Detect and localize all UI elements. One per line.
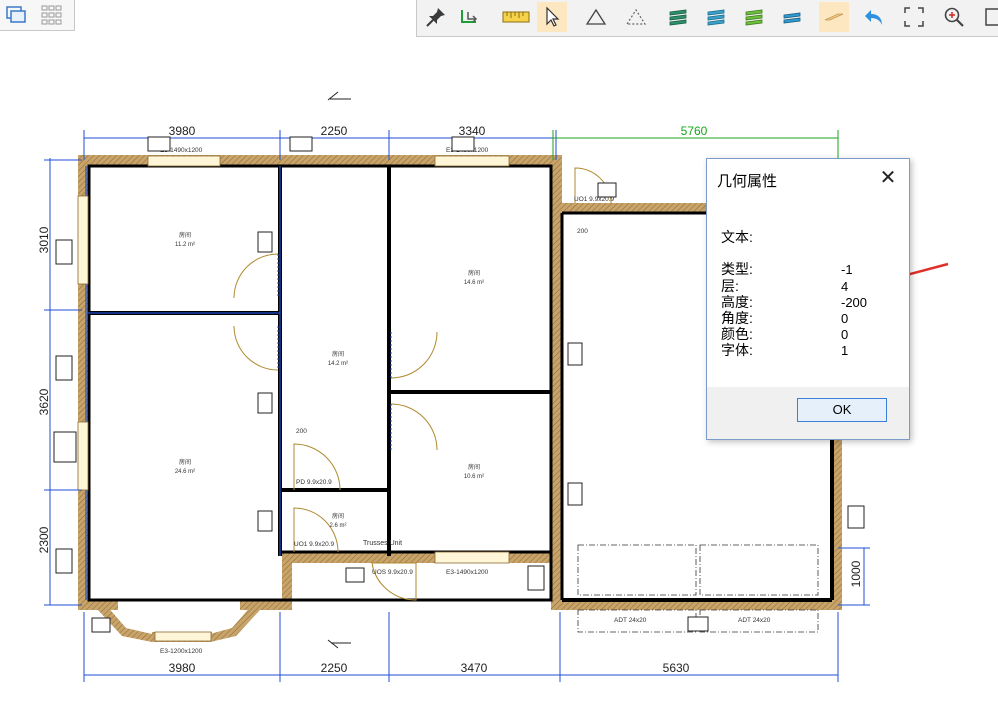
dim-top-2: 2250 — [321, 124, 348, 138]
prop-label-font: 字体: — [721, 342, 753, 358]
dim-bottom-1: 3980 — [169, 661, 196, 675]
section-mark-bottom — [327, 639, 351, 649]
room-label: 房间 10.6 m² — [464, 463, 484, 480]
prop-label-color: 颜色: — [721, 326, 753, 342]
svg-text:14.6 m²: 14.6 m² — [464, 280, 484, 286]
prop-label-angle: 角度: — [721, 310, 753, 326]
room-label: 房间 24.6 m² — [175, 458, 195, 475]
svg-text:房间: 房间 — [468, 463, 480, 471]
dim-right-1: 1000 — [849, 560, 863, 587]
dim-bottom-4: 5630 — [663, 661, 690, 675]
dim-top-1: 3980 — [169, 124, 196, 138]
wall-axis-lines — [85, 166, 281, 600]
label-200-a: 200 — [296, 428, 307, 435]
room-label: 房间 2.6 m² — [329, 512, 346, 529]
garage-door-label-2: ADT 24x20 — [738, 617, 771, 624]
text-label: 文本: — [721, 229, 753, 245]
ok-button[interactable]: OK — [797, 398, 887, 422]
prop-value-color: 0 — [841, 327, 849, 342]
label-200-b: 200 — [577, 228, 588, 235]
window-label-bay: E3-1200x1200 — [160, 648, 203, 655]
prop-value-height: -200 — [841, 295, 868, 310]
garage-door-label-1: ADT 24x20 — [614, 617, 647, 624]
door-label-uo1: UO1 9.9x20.9 — [294, 541, 334, 548]
prop-label-type: 类型: — [721, 261, 753, 277]
dim-left-3: 2300 — [37, 526, 51, 553]
prop-value-type: -1 — [841, 262, 853, 277]
svg-text:10.6 m²: 10.6 m² — [464, 474, 484, 480]
prop-label-layer: 层: — [721, 278, 739, 294]
dialog-title: 几何属性 — [717, 173, 778, 190]
svg-text:房间: 房间 — [468, 269, 480, 277]
dim-top-3: 3340 — [459, 124, 486, 138]
dim-left-1: 3010 — [37, 226, 51, 253]
room-label: 房间 14.2 m² — [328, 350, 348, 367]
windows — [77, 155, 510, 642]
prop-label-height: 高度: — [721, 294, 753, 310]
svg-text:房间: 房间 — [179, 458, 191, 466]
close-icon[interactable]: ✕ — [877, 168, 899, 190]
svg-text:2.6 m²: 2.6 m² — [329, 523, 346, 529]
room-label: 房间 14.6 m² — [464, 269, 484, 286]
dim-top-4: 5760 — [681, 124, 708, 138]
trusses-label: Trusses Unit — [363, 540, 402, 547]
svg-text:11.2 m²: 11.2 m² — [175, 242, 195, 248]
svg-text:房间: 房间 — [179, 231, 191, 239]
svg-text:房间: 房间 — [332, 350, 344, 358]
svg-text:房间: 房间 — [332, 512, 344, 520]
svg-text:24.6 m²: 24.6 m² — [175, 469, 195, 475]
window-label-bottom-1: E3-1490x1200 — [446, 569, 489, 576]
door-label-pd: PD 9.9x20.9 — [296, 479, 332, 486]
section-mark-top — [327, 91, 351, 101]
geometry-properties-dialog: 几何属性 ✕ 文本: 类型: -1 层: 4 高度: -200 角度: 0 颜色… — [706, 158, 910, 440]
dim-bottom-2: 2250 — [321, 661, 348, 675]
dim-left-2: 3620 — [37, 388, 51, 415]
svg-text:14.2 m²: 14.2 m² — [328, 361, 348, 367]
room-label: 房间 11.2 m² — [175, 231, 195, 248]
prop-value-font: 1 — [841, 343, 849, 358]
dialog-footer: OK — [707, 387, 909, 439]
prop-value-layer: 4 — [841, 279, 849, 294]
prop-value-angle: 0 — [841, 311, 849, 326]
door-label-uos: UOS 9.9x20.9 — [372, 569, 413, 576]
dim-bottom-3: 3470 — [461, 661, 488, 675]
